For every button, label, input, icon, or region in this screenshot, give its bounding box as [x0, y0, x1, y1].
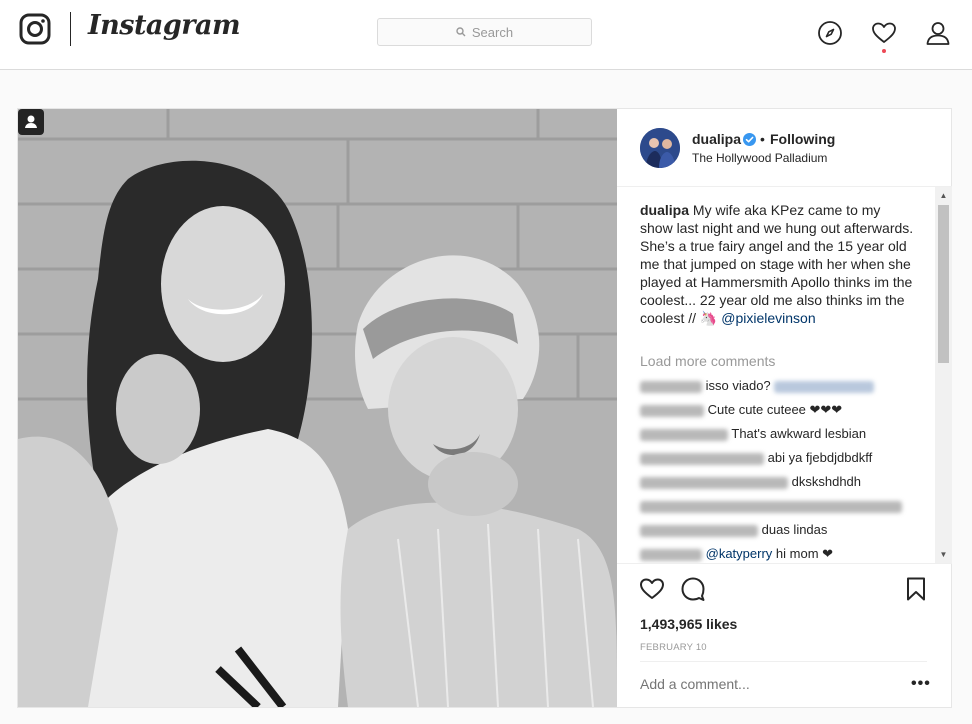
- save-bookmark-icon[interactable]: [903, 576, 929, 602]
- verified-badge-icon: [743, 133, 756, 146]
- blurred-username: [640, 452, 764, 465]
- blurred-mention: [774, 380, 875, 393]
- list-item: isso viado?: [640, 377, 875, 395]
- explore-compass-icon[interactable]: [817, 20, 843, 46]
- blurred-username: [640, 548, 702, 561]
- caption-mention[interactable]: @pixielevinson: [721, 310, 815, 326]
- post-header: dualipa • Following The Hollywood Pallad…: [617, 109, 952, 187]
- comment-text: That's awkward lesbian: [731, 426, 867, 441]
- photo-illustration: [18, 109, 617, 707]
- list-item: That's awkward lesbian: [640, 425, 866, 443]
- blurred-comment: [640, 500, 902, 513]
- likes-count[interactable]: 1,493,965 likes: [640, 616, 737, 632]
- list-item: Cute cute cuteee ❤❤❤: [640, 401, 842, 419]
- header-separator: •: [760, 131, 765, 147]
- blurred-username: [640, 524, 758, 537]
- user-tag-icon[interactable]: [18, 109, 44, 135]
- list-item: duas lindas: [640, 521, 827, 539]
- avatar-illustration: [640, 128, 680, 168]
- caption-text: My wife aka KPez came to my show last ni…: [640, 202, 914, 326]
- comments-scrollbar[interactable]: ▲ ▼: [935, 187, 952, 563]
- post-location[interactable]: The Hollywood Palladium: [692, 151, 827, 165]
- scroll-down-arrow-icon[interactable]: ▼: [935, 546, 952, 563]
- following-button[interactable]: Following: [770, 131, 835, 147]
- post-actions: 1,493,965 likes FEBRUARY 10 •••: [617, 563, 952, 707]
- post-username[interactable]: dualipa: [692, 131, 741, 147]
- comment-mention[interactable]: @katyperry: [706, 546, 773, 561]
- search-icon: [456, 27, 466, 37]
- scroll-thumb[interactable]: [938, 205, 949, 363]
- comment-text: dkskshdhdh: [791, 474, 862, 489]
- search-placeholder: Search: [471, 24, 514, 40]
- post-side-panel: dualipa • Following The Hollywood Pallad…: [617, 109, 952, 707]
- comments-list[interactable]: dualipa My wife aka KPez came to my show…: [617, 187, 952, 563]
- caption-username[interactable]: dualipa: [640, 202, 689, 218]
- scroll-up-arrow-icon[interactable]: ▲: [935, 187, 952, 204]
- comment-text: isso viado?: [705, 378, 771, 393]
- post-date[interactable]: FEBRUARY 10: [640, 642, 707, 653]
- avatar[interactable]: [640, 128, 680, 168]
- list-item: [640, 497, 902, 515]
- profile-person-icon[interactable]: [925, 20, 951, 46]
- list-item: abi ya fjebdjdbdkff: [640, 449, 872, 467]
- comment-text: abi ya fjebdjdbdkff: [767, 450, 873, 465]
- comment-text: duas lindas: [761, 522, 828, 537]
- blurred-username: [640, 380, 702, 393]
- list-item: @katyperry hi mom ❤: [640, 545, 833, 563]
- post-caption: dualipa My wife aka KPez came to my show…: [640, 201, 915, 327]
- post-card: dualipa • Following The Hollywood Pallad…: [17, 108, 952, 708]
- blurred-username: [640, 428, 728, 441]
- search-box[interactable]: Search: [377, 18, 592, 46]
- brand-wordmark[interactable]: Instagram: [88, 10, 241, 41]
- more-options-icon[interactable]: •••: [911, 675, 931, 693]
- blurred-username: [640, 404, 704, 417]
- comment-text: Cute cute cuteee ❤❤❤: [707, 402, 843, 417]
- like-heart-icon[interactable]: [639, 576, 665, 602]
- notification-dot: [882, 49, 886, 53]
- add-comment-input[interactable]: [640, 676, 900, 692]
- list-item: dkskshdhdh: [640, 473, 861, 491]
- activity-heart-icon[interactable]: [871, 20, 897, 46]
- instagram-logo-icon[interactable]: [19, 13, 51, 45]
- load-more-comments-button[interactable]: Load more comments: [640, 353, 775, 369]
- comment-bubble-icon[interactable]: [680, 576, 706, 602]
- divider: [640, 661, 927, 662]
- top-navigation-bar: Instagram Search: [0, 0, 972, 70]
- comment-text: hi mom ❤: [775, 546, 834, 561]
- post-photo[interactable]: [18, 109, 617, 707]
- blurred-username: [640, 476, 788, 489]
- logo-divider: [70, 12, 71, 46]
